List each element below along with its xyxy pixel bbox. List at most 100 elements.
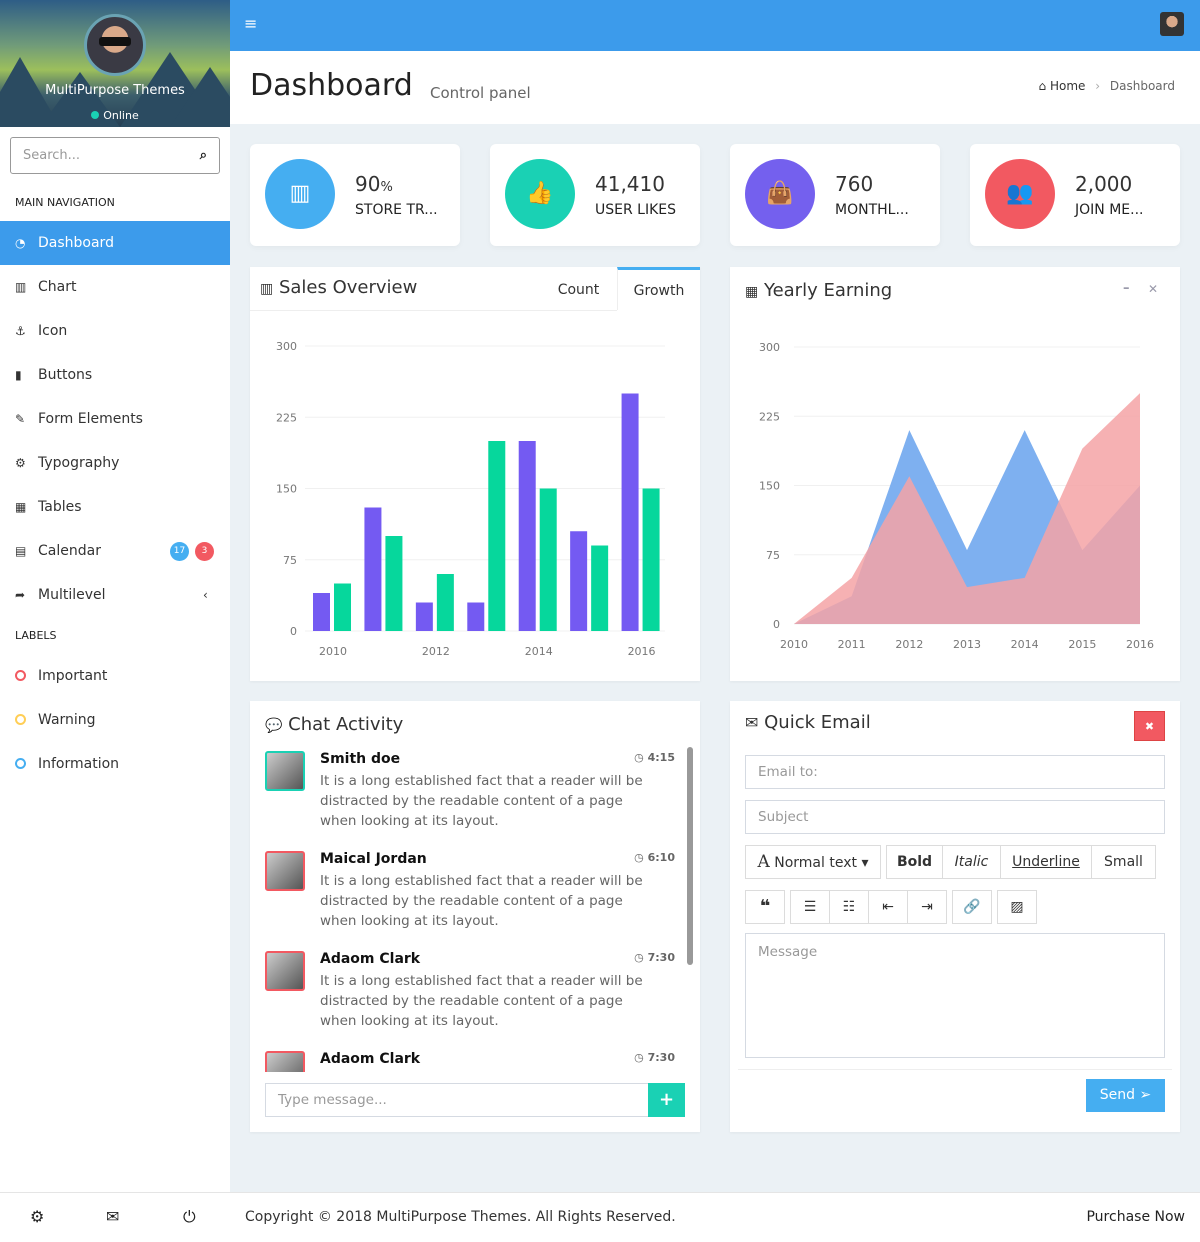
y-tick-label: 150 bbox=[759, 480, 780, 493]
envelope-icon[interactable]: ✉ bbox=[106, 1207, 119, 1226]
x-tick-label: 2014 bbox=[525, 645, 553, 658]
envelope-icon: ✉ bbox=[745, 713, 759, 732]
search-icon[interactable]: ⌕ bbox=[200, 138, 207, 173]
image-icon[interactable]: ▨ bbox=[997, 890, 1037, 924]
chat-message-list: Smith doe ◷ 4:15 It is a long established … bbox=[250, 751, 700, 1072]
bar-chart-icon: ▥ bbox=[265, 159, 335, 229]
stat-label: USER LIKES bbox=[595, 202, 676, 218]
main-navigation-header: MAIN NAVIGATION bbox=[15, 196, 115, 209]
calendar-badge-blue: 17 bbox=[170, 542, 189, 561]
bar bbox=[539, 488, 557, 631]
chat-message: Adaom Clark ◷ 7:30 It is a long establishe… bbox=[265, 951, 675, 1041]
comments-icon: 💬 bbox=[265, 718, 283, 734]
bar bbox=[334, 583, 351, 631]
x-tick-label: 2010 bbox=[319, 645, 347, 658]
stat-value: 41,410 bbox=[595, 172, 665, 196]
bar bbox=[642, 488, 660, 631]
sidebar-item-multilevel[interactable]: ➦ Multilevel ‹ bbox=[0, 573, 230, 617]
sidebar-footer: ⚙ ✉ ⏻ bbox=[0, 1192, 230, 1242]
sender-name: Smith doe bbox=[320, 751, 401, 767]
bar bbox=[364, 507, 382, 631]
hamburger-menu-icon[interactable]: ≡ bbox=[244, 14, 257, 33]
yearly-earning-box: ▦ Yearly Earning – ✕ 0 75 150 225 300 2010 201… bbox=[730, 267, 1180, 681]
small-button[interactable]: Small bbox=[1091, 845, 1156, 879]
page-subtitle: Control panel bbox=[430, 84, 531, 102]
y-tick-label: 225 bbox=[276, 411, 297, 424]
text-format-dropdown[interactable]: A Normal text ▾ bbox=[745, 845, 881, 879]
gear-icon[interactable]: ⚙ bbox=[30, 1207, 44, 1226]
x-tick-label: 2012 bbox=[895, 638, 923, 651]
bar bbox=[415, 602, 433, 631]
bar bbox=[621, 393, 639, 631]
chat-message: Adaom Clark ◷ 7:30 bbox=[265, 1051, 675, 1072]
bar bbox=[467, 602, 485, 631]
stat-card: 👍 41,410 USER LIKES bbox=[490, 144, 700, 246]
label-important[interactable]: Important bbox=[0, 654, 230, 698]
stat-label: MONTHL... bbox=[835, 202, 909, 218]
sidebar: MultiPurpose Themes Online Search... ⌕ MA… bbox=[0, 0, 230, 1242]
power-icon[interactable]: ⏻ bbox=[183, 1207, 196, 1227]
chat-scrollbar[interactable] bbox=[687, 747, 693, 965]
y-tick-label: 225 bbox=[759, 410, 780, 423]
avatar[interactable] bbox=[84, 14, 146, 76]
search-input[interactable]: Search... ⌕ bbox=[10, 137, 220, 174]
sidebar-item-dashboard[interactable]: ◔ Dashboard bbox=[0, 221, 230, 265]
close-email-button[interactable]: ✖ bbox=[1134, 711, 1165, 741]
link-icon[interactable]: 🔗 bbox=[952, 890, 992, 924]
email-to-input[interactable]: Email to: bbox=[745, 755, 1165, 789]
sidebar-item-typography[interactable]: ⚙ Typography bbox=[0, 441, 230, 485]
y-tick-label: 300 bbox=[276, 340, 297, 353]
italic-button[interactable]: Italic bbox=[942, 845, 1001, 879]
sidebar-item-form-elements[interactable]: ✎ Form Elements bbox=[0, 397, 230, 441]
unordered-list-icon[interactable]: ☰ bbox=[790, 890, 830, 924]
sidebar-item-icon[interactable]: ⚓ Icon bbox=[0, 309, 230, 353]
chat-activity-title: 💬 Chat Activity bbox=[265, 714, 404, 735]
user-name: MultiPurpose Themes bbox=[45, 83, 185, 98]
sender-name: Maical Jordan bbox=[320, 851, 427, 867]
label-information[interactable]: Information bbox=[0, 742, 230, 786]
ordered-list-icon[interactable]: ☷ bbox=[829, 890, 869, 924]
blockquote-icon[interactable]: ❝ bbox=[745, 890, 785, 924]
chevron-left-icon[interactable]: ‹ bbox=[203, 573, 208, 617]
x-tick-label: 2014 bbox=[1011, 638, 1039, 651]
circle-icon bbox=[15, 670, 26, 681]
avatar bbox=[265, 951, 305, 991]
chat-message-input[interactable]: Type message... bbox=[265, 1083, 649, 1117]
breadcrumb-home[interactable]: Home bbox=[1050, 79, 1085, 93]
sidebar-item-calendar[interactable]: ▤ Calendar 17 3 bbox=[0, 529, 230, 573]
message-time: ◷ 6:10 bbox=[634, 851, 675, 864]
bold-button[interactable]: Bold bbox=[886, 845, 943, 879]
message-time: ◷ 4:15 bbox=[634, 751, 675, 764]
message-time: ◷ 7:30 bbox=[634, 951, 675, 964]
breadcrumb-separator: › bbox=[1095, 79, 1101, 93]
x-tick-label: 2012 bbox=[422, 645, 450, 658]
quick-email-title: ✉ Quick Email bbox=[745, 712, 871, 733]
y-tick-label: 0 bbox=[773, 618, 780, 631]
x-tick-label: 2016 bbox=[1126, 638, 1154, 651]
x-tick-label: 2013 bbox=[953, 638, 981, 651]
font-icon: A bbox=[757, 852, 770, 872]
user-profile-panel: MultiPurpose Themes Online bbox=[0, 0, 230, 127]
y-tick-label: 75 bbox=[766, 549, 780, 562]
avatar bbox=[265, 851, 305, 891]
send-button[interactable]: Send ➢ bbox=[1086, 1079, 1165, 1112]
user-status: Online bbox=[0, 109, 230, 122]
outdent-icon[interactable]: ⇤ bbox=[868, 890, 908, 924]
x-tick-label: 2011 bbox=[838, 638, 866, 651]
label-warning[interactable]: Warning bbox=[0, 698, 230, 742]
bar bbox=[518, 441, 536, 631]
subject-input[interactable]: Subject bbox=[745, 800, 1165, 834]
message-text: It is a long established fact that a rea… bbox=[320, 873, 643, 929]
user-avatar-icon[interactable] bbox=[1160, 12, 1184, 36]
chat-message: Smith doe ◷ 4:15 It is a long established … bbox=[265, 751, 675, 841]
purchase-now-link[interactable]: Purchase Now bbox=[1086, 1209, 1185, 1225]
stat-card: ▥ 90% STORE TR... bbox=[250, 144, 460, 246]
send-chat-button[interactable]: + bbox=[648, 1083, 685, 1117]
underline-button[interactable]: Underline bbox=[1000, 845, 1092, 879]
indent-icon[interactable]: ⇥ bbox=[907, 890, 947, 924]
sidebar-item-tables[interactable]: ▦ Tables bbox=[0, 485, 230, 529]
circle-icon bbox=[15, 714, 26, 725]
sidebar-item-buttons[interactable]: ▮ Buttons bbox=[0, 353, 230, 397]
message-textarea[interactable]: Message bbox=[745, 933, 1165, 1058]
sidebar-item-chart[interactable]: ▥ Chart bbox=[0, 265, 230, 309]
